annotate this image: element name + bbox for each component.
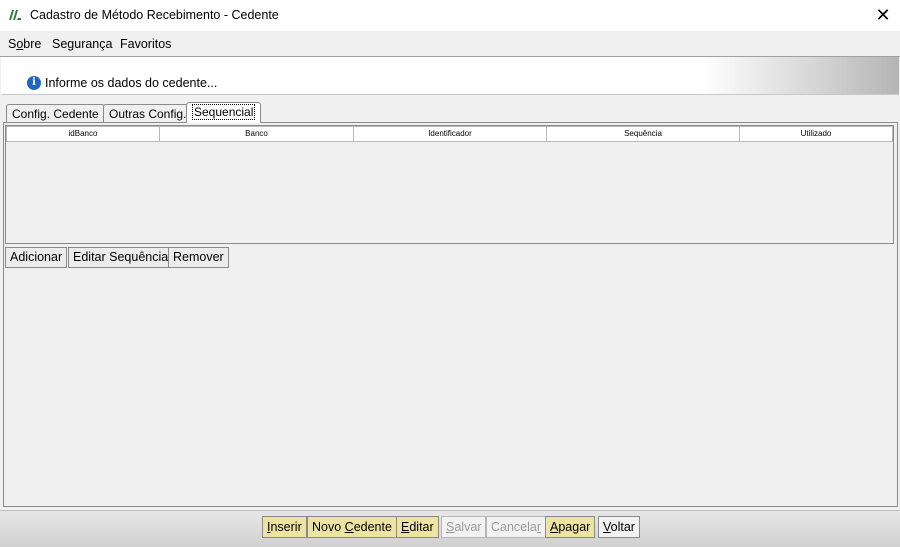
mnemonic: V — [603, 520, 611, 534]
edit-sequence-button[interactable]: Editar Sequência — [68, 247, 174, 268]
table-header: idBanco Banco Identificador Sequência Ut… — [6, 126, 893, 142]
edit-button[interactable]: Editar — [396, 516, 439, 538]
info-text: Informe os dados do cedente... — [45, 76, 218, 90]
tab-sequencial[interactable]: Sequencial — [186, 102, 262, 123]
column-header-idbanco[interactable]: idBanco — [6, 126, 160, 142]
insert-button[interactable]: Inserir — [262, 516, 307, 538]
mnemonic: C — [344, 520, 354, 534]
menu-favoritos[interactable]: Favoritos — [120, 37, 171, 51]
close-button[interactable]: ✕ — [866, 0, 900, 30]
column-header-utilizado[interactable]: Utilizado — [740, 126, 893, 142]
cancel-button[interactable]: Cancelar — [486, 516, 547, 538]
new-cedente-label-a: Novo — [312, 520, 345, 534]
delete-label-rest: pagar — [558, 520, 591, 534]
app-logo-icon — [9, 10, 21, 20]
delete-button[interactable]: Apagar — [545, 516, 596, 538]
window-title: Cadastro de Método Recebimento - Cedente — [30, 8, 279, 22]
info-icon: i — [27, 76, 41, 90]
back-button[interactable]: Voltar — [598, 516, 640, 538]
add-button[interactable]: Adicionar — [5, 247, 68, 268]
title-bar: Cadastro de Método Recebimento - Cedente… — [0, 0, 900, 31]
tab-config-cedente[interactable]: Config. Cedente — [6, 104, 105, 122]
column-header-sequencia[interactable]: Sequência — [547, 126, 740, 142]
column-header-identificador[interactable]: Identificador — [354, 126, 547, 142]
save-label-rest: alvar — [454, 520, 482, 534]
save-button[interactable]: Salvar — [441, 516, 487, 538]
tab-outras-config[interactable]: Outras Config. — [103, 104, 193, 122]
menu-seguranca[interactable]: Segurança — [52, 37, 112, 51]
mnemonic: r — [536, 520, 542, 534]
insert-label-rest: nserir — [270, 520, 302, 534]
edit-label-rest: ditar — [409, 520, 434, 534]
remove-button[interactable]: Remover — [168, 247, 229, 268]
new-cedente-button[interactable]: Novo Cedente — [307, 516, 397, 538]
tab-label: Outras Config. — [109, 107, 187, 121]
back-label-rest: oltar — [610, 520, 635, 534]
tab-label: Config. Cedente — [12, 107, 99, 121]
tab-label: Sequencial — [192, 104, 256, 120]
menu-bar: Sobre Segurança Favoritos — [0, 31, 900, 57]
new-cedente-label-b: edente — [353, 520, 392, 534]
cancel-label-a: Cancela — [491, 520, 537, 534]
menu-sobre[interactable]: Sobre — [8, 37, 41, 51]
sequence-table[interactable]: idBanco Banco Identificador Sequência Ut… — [5, 125, 894, 244]
column-header-banco[interactable]: Banco — [160, 126, 354, 142]
